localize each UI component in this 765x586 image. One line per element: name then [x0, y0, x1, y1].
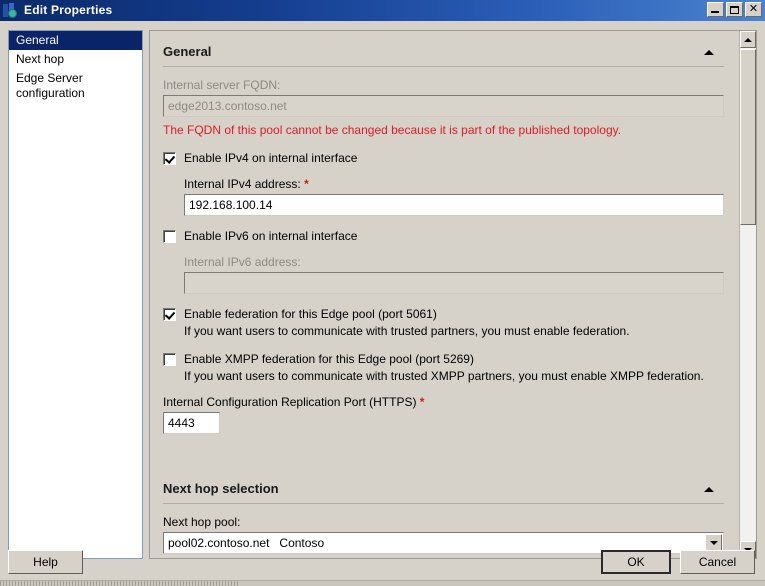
- enable-ipv4-checkbox-row[interactable]: Enable IPv4 on internal interface: [163, 151, 724, 166]
- enable-ipv6-checkbox[interactable]: [163, 230, 176, 243]
- maximize-button[interactable]: [726, 2, 743, 17]
- minimize-button[interactable]: [707, 2, 724, 17]
- sidebar-item-edge-server-configuration[interactable]: Edge Server configuration: [9, 69, 142, 103]
- window-title: Edit Properties: [24, 3, 113, 17]
- section-title-next-hop: Next hop selection: [163, 481, 279, 496]
- enable-xmpp-federation-checkbox[interactable]: [163, 353, 176, 366]
- next-hop-pool-label: Next hop pool:: [163, 515, 241, 529]
- enable-federation-label: Enable federation for this Edge pool (po…: [184, 307, 437, 321]
- internal-server-fqdn-label: Internal server FQDN:: [163, 78, 281, 92]
- triangle-up-icon[interactable]: [704, 50, 714, 55]
- internal-ipv6-address-label: Internal IPv6 address:: [184, 255, 301, 269]
- section-header-general[interactable]: General: [163, 41, 724, 67]
- settings-panel: General Internal server FQDN: The FQDN o…: [149, 30, 757, 559]
- bottom-hatch-decoration: [0, 581, 240, 586]
- sidebar-item-general[interactable]: General: [9, 31, 142, 50]
- enable-ipv6-label: Enable IPv6 on internal interface: [184, 229, 358, 243]
- enable-xmpp-federation-description: If you want users to communicate with tr…: [184, 369, 704, 383]
- lync-topology-icon: [3, 2, 19, 19]
- replication-port-label-text: Internal Configuration Replication Port …: [163, 395, 417, 409]
- scroll-up-button[interactable]: [740, 31, 756, 48]
- fqdn-warning-text: The FQDN of this pool cannot be changed …: [163, 123, 622, 137]
- ok-button[interactable]: OK: [601, 550, 671, 574]
- internal-ipv4-address-input[interactable]: [184, 194, 724, 216]
- enable-ipv4-label: Enable IPv4 on internal interface: [184, 151, 358, 165]
- window-controls: ✕: [707, 2, 762, 17]
- section-title-general: General: [163, 44, 212, 59]
- enable-ipv6-checkbox-row[interactable]: Enable IPv6 on internal interface: [163, 229, 724, 244]
- navigation-pane: General Next hop Edge Server configurati…: [8, 30, 143, 559]
- enable-federation-description: If you want users to communicate with tr…: [184, 324, 630, 338]
- enable-xmpp-federation-label: Enable XMPP federation for this Edge poo…: [184, 352, 474, 366]
- replication-port-input[interactable]: [163, 412, 220, 434]
- scrollbar-thumb[interactable]: [740, 49, 756, 225]
- internal-ipv4-address-label: Internal IPv4 address: *: [184, 177, 724, 191]
- cancel-button[interactable]: Cancel: [680, 550, 755, 574]
- ipv4-label-text: Internal IPv4 address:: [184, 177, 301, 191]
- sidebar-item-next-hop[interactable]: Next hop: [9, 50, 142, 69]
- required-marker-ipv4: *: [304, 177, 309, 191]
- bottom-strip: [0, 580, 765, 586]
- enable-federation-checkbox-row[interactable]: Enable federation for this Edge pool (po…: [163, 307, 724, 322]
- title-bar: Edit Properties ✕: [0, 0, 765, 21]
- required-marker-replication-port: *: [419, 395, 425, 409]
- enable-federation-checkbox[interactable]: [163, 308, 176, 321]
- edit-properties-dialog: Edit Properties ✕ General Next hop Edge …: [0, 0, 765, 586]
- close-button[interactable]: ✕: [745, 2, 762, 17]
- enable-xmpp-federation-checkbox-row[interactable]: Enable XMPP federation for this Edge poo…: [163, 352, 724, 367]
- triangle-up-icon[interactable]: [704, 487, 714, 492]
- internal-ipv6-address-input: [184, 272, 724, 294]
- replication-port-label: Internal Configuration Replication Port …: [163, 395, 724, 409]
- help-button[interactable]: Help: [8, 550, 83, 574]
- dialog-body: General Next hop Edge Server configurati…: [0, 21, 765, 586]
- internal-server-fqdn-input: [163, 95, 724, 117]
- section-header-next-hop[interactable]: Next hop selection: [163, 478, 724, 504]
- scroll-region: General Internal server FQDN: The FQDN o…: [150, 31, 740, 558]
- vertical-scrollbar[interactable]: [739, 31, 756, 558]
- enable-ipv4-checkbox[interactable]: [163, 152, 176, 165]
